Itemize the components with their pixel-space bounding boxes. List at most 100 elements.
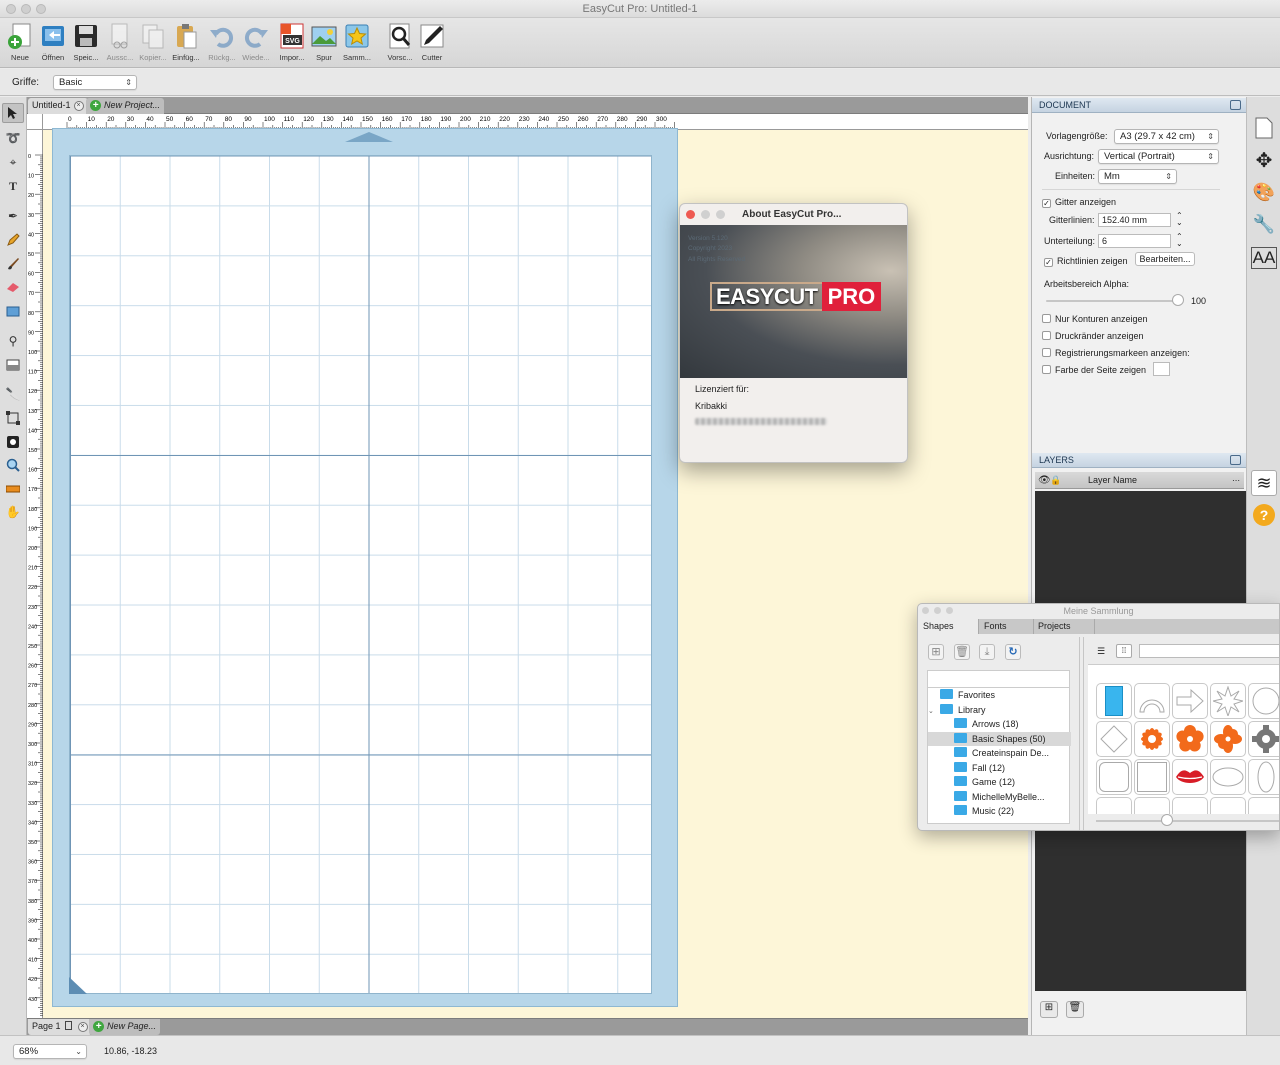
zoom-window-button[interactable] — [36, 4, 46, 14]
shape-ellipse-vertical[interactable] — [1248, 759, 1279, 795]
close-collection-button[interactable] — [922, 607, 929, 614]
collection-button[interactable]: Samm... — [341, 22, 373, 62]
minimize-window-button[interactable] — [21, 4, 31, 14]
undo-button[interactable]: Rückg... — [206, 22, 238, 62]
vorlage-select[interactable]: A3 (29.7 x 42 cm) ⇕ — [1114, 129, 1219, 144]
pencil-tool[interactable] — [2, 230, 24, 250]
trace-button[interactable]: Spur — [308, 22, 340, 62]
preview-button[interactable]: Vorsc... — [384, 22, 416, 62]
tree-item-library[interactable]: ⌄ Library — [928, 703, 1071, 717]
tree-item-arrows[interactable]: Arrows (18) — [954, 717, 1097, 731]
shape-row4-3[interactable] — [1172, 797, 1208, 814]
copy-button[interactable]: Kopier... — [137, 22, 169, 62]
shape-row4-2[interactable] — [1134, 797, 1170, 814]
page-color-swatch[interactable] — [1153, 362, 1170, 376]
page-settings-button[interactable] — [1251, 115, 1277, 141]
text-panel-button[interactable]: AA — [1250, 245, 1278, 271]
close-tab-icon[interactable]: × — [73, 100, 84, 111]
help-button[interactable]: ? — [1251, 502, 1277, 528]
text-tool[interactable]: T — [2, 176, 24, 196]
tree-item-basic-shapes[interactable]: Basic Shapes (50) — [928, 732, 1071, 746]
thumbnail-size-slider-thumb[interactable] — [1161, 814, 1173, 826]
tab-projects[interactable]: Projects — [1035, 619, 1095, 634]
zoom-collection-button[interactable] — [946, 607, 953, 614]
tree-item-game[interactable]: Game (12) — [954, 775, 1097, 789]
minimize-collection-button[interactable] — [934, 607, 941, 614]
richtlinien-checkbox[interactable]: ✓ Richtlinien zeigen — [1044, 256, 1128, 267]
zoom-dialog-button[interactable] — [716, 210, 725, 219]
shape-circle[interactable] — [1248, 683, 1279, 719]
list-view-icon[interactable]: ☰ — [1097, 646, 1105, 657]
close-page-icon[interactable]: × — [77, 1021, 88, 1032]
druckraender-checkbox[interactable]: Druckränder anzeigen — [1042, 331, 1144, 341]
eyedropper-tool[interactable]: ⚲ — [2, 331, 24, 351]
move-panel-button[interactable]: ✥ — [1251, 147, 1277, 173]
disclosure-open-icon[interactable]: ⌄ — [928, 705, 940, 719]
gitterlinien-field[interactable]: 152.40 mm — [1098, 213, 1171, 227]
shape-flower-3[interactable] — [1210, 721, 1246, 757]
paste-button[interactable]: Einfüg... — [170, 22, 202, 62]
shape-gear[interactable] — [1248, 721, 1279, 757]
new-project-tab[interactable]: + New Project... — [86, 98, 165, 114]
tools-panel-button[interactable]: 🔧 — [1251, 211, 1277, 237]
measure-tool[interactable] — [2, 479, 24, 499]
shape-blue-rectangle[interactable] — [1096, 683, 1132, 719]
detach-panel-icon[interactable] — [1230, 455, 1241, 465]
sort-icon[interactable]: ⋯ — [1232, 472, 1240, 489]
alpha-slider-thumb[interactable] — [1172, 294, 1184, 306]
shape-cross-burst[interactable] — [1210, 683, 1246, 719]
tab-page-1[interactable]: Page 1 × — [28, 1019, 92, 1035]
layers-panel-button[interactable]: ≋ — [1251, 470, 1277, 496]
knife-tool[interactable]: 🔪 — [2, 384, 24, 404]
fill-tool[interactable] — [2, 355, 24, 375]
save-button[interactable]: Speic... — [70, 22, 102, 62]
rectangle-tool[interactable] — [2, 301, 24, 321]
tree-item-createinspain[interactable]: Createinspain De... — [954, 746, 1097, 760]
node-edit-tool[interactable]: ⌖ — [2, 152, 24, 172]
grid-view-icon[interactable]: ⁞⁞ — [1116, 644, 1132, 658]
shape-oval[interactable] — [1210, 759, 1246, 795]
shape-rounded-square[interactable] — [1096, 759, 1132, 795]
eye-icon[interactable]: 👁 — [1038, 472, 1051, 489]
shape-flower-1[interactable] — [1134, 721, 1170, 757]
pane-splitter[interactable] — [1079, 637, 1084, 830]
tree-item-michellemybelle[interactable]: MichelleMyBelle... — [954, 790, 1097, 804]
shape-square[interactable] — [1134, 759, 1170, 795]
pen-tool[interactable]: ✒ — [2, 206, 24, 226]
cutter-button[interactable]: Cutter — [416, 22, 448, 62]
new-folder-icon[interactable]: ⊞ — [928, 644, 944, 660]
brush-tool[interactable] — [2, 254, 24, 274]
hand-tool[interactable]: ✋ — [2, 502, 24, 522]
redo-button[interactable]: Wiede... — [240, 22, 272, 62]
tab-fonts[interactable]: Fonts — [981, 619, 1034, 634]
gitterlinien-stepper[interactable]: ⌃ ⌄ — [1176, 212, 1183, 227]
shape-row4-1[interactable] — [1096, 797, 1132, 814]
weld-tool[interactable] — [2, 432, 24, 452]
shape-diamond[interactable] — [1096, 721, 1132, 757]
select-tool[interactable] — [2, 103, 24, 123]
import-button[interactable]: SVG Impor... — [276, 22, 308, 62]
tree-item-music[interactable]: Music (22) — [954, 804, 1097, 818]
shape-row4-4[interactable] — [1210, 797, 1246, 814]
bearbeiten-button[interactable]: Bearbeiten... — [1135, 252, 1195, 266]
eraser-tool[interactable] — [2, 277, 24, 297]
zoom-select[interactable]: 68% ⌄ — [13, 1044, 87, 1059]
einheiten-select[interactable]: Mm ⇕ — [1098, 169, 1177, 184]
farbe-checkbox[interactable]: Farbe der Seite zeigen — [1042, 365, 1146, 375]
new-button[interactable]: Neue — [4, 22, 36, 62]
griffe-select[interactable]: Basic ⇕ — [53, 75, 137, 90]
registrierung-checkbox[interactable]: Registrierungsmarkeen anzeigen: — [1042, 348, 1190, 358]
refresh-icon[interactable]: ↻ — [1005, 644, 1021, 660]
shape-arrow[interactable] — [1172, 683, 1208, 719]
thumbnail-size-slider-track[interactable] — [1096, 820, 1279, 822]
alpha-slider-track[interactable] — [1046, 300, 1182, 302]
trash-icon[interactable]: 🗑 — [954, 644, 970, 660]
konturen-checkbox[interactable]: Nur Konturen anzeigen — [1042, 314, 1148, 324]
import-icon[interactable]: ⤓ — [979, 644, 995, 660]
ausrichtung-select[interactable]: Vertical (Portrait) ⇕ — [1098, 149, 1219, 164]
color-panel-button[interactable]: 🎨 — [1251, 179, 1277, 205]
shape-search-input[interactable] — [1139, 644, 1279, 658]
shape-lips[interactable] — [1172, 759, 1208, 795]
minimize-dialog-button[interactable] — [701, 210, 710, 219]
open-button[interactable]: Öffnen — [37, 22, 69, 62]
